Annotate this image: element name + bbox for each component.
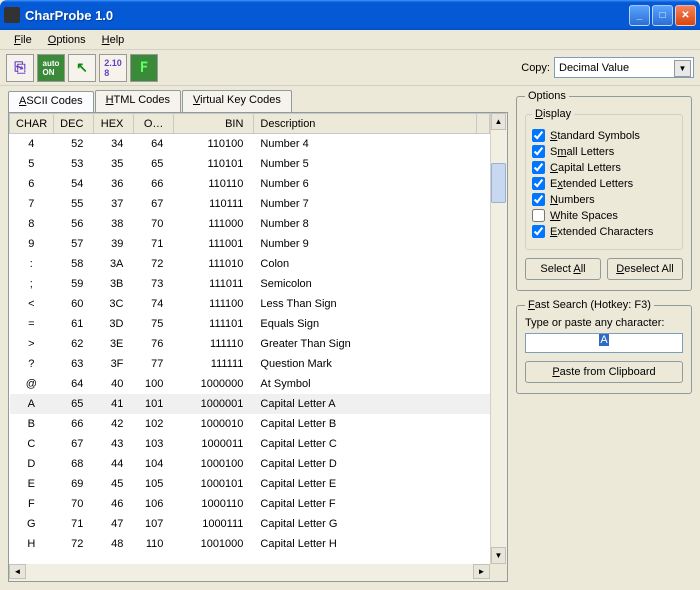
table-row[interactable]: <603C74111100Less Than Sign: [10, 294, 490, 314]
table-container: CHAR DEC HEX O… BIN Description 45234641…: [8, 112, 508, 582]
search-legend: Fast Search (Hotkey: F3): [525, 299, 654, 311]
search-input[interactable]: A: [525, 333, 683, 353]
tool-btn-arrow[interactable]: ↖: [68, 54, 96, 82]
table-row[interactable]: H72481101001000Capital Letter H: [10, 534, 490, 554]
copy-select[interactable]: Decimal Value: [554, 57, 694, 78]
col-dec[interactable]: DEC: [54, 114, 94, 134]
table-row[interactable]: F70461061000110Capital Letter F: [10, 494, 490, 514]
scroll-down-icon[interactable]: ▼: [491, 547, 506, 564]
table-row[interactable]: E69451051000101Capital Letter E: [10, 474, 490, 494]
table-row[interactable]: =613D75111101Equals Sign: [10, 314, 490, 334]
fast-search-group: Fast Search (Hotkey: F3) Type or paste a…: [516, 299, 692, 394]
scroll-up-icon[interactable]: ▲: [491, 113, 506, 130]
tool-btn-1[interactable]: ⎘: [6, 54, 34, 82]
deselect-all-button[interactable]: Deselect All: [607, 258, 683, 280]
table-row[interactable]: @64401001000000At Symbol: [10, 374, 490, 394]
table-row[interactable]: G71471071000111Capital Letter G: [10, 514, 490, 534]
table-row[interactable]: 9573971111001Number 9: [10, 234, 490, 254]
tool-btn-f[interactable]: F: [130, 54, 158, 82]
toolbar: ⎘ autoON ↖ 2.108 F Copy: Decimal Value: [0, 50, 700, 86]
table-row[interactable]: ;593B73111011Semicolon: [10, 274, 490, 294]
col-hex[interactable]: HEX: [94, 114, 134, 134]
cb-whitespace[interactable]: [532, 209, 545, 222]
app-icon: [4, 7, 20, 23]
table-row[interactable]: 5533565110101Number 5: [10, 154, 490, 174]
horizontal-scrollbar[interactable]: ◄ ►: [9, 564, 490, 581]
scroll-thumb[interactable]: [491, 163, 506, 203]
col-bin[interactable]: BIN: [174, 114, 254, 134]
tab-html[interactable]: HTML Codes: [95, 90, 181, 112]
vertical-scrollbar[interactable]: ▲ ▼: [490, 113, 507, 581]
close-button[interactable]: ✕: [675, 5, 696, 26]
menubar: File Options Help: [0, 30, 700, 50]
display-legend: Display: [532, 108, 574, 120]
options-legend: Options: [525, 90, 569, 102]
cb-numbers[interactable]: [532, 193, 545, 206]
table-row[interactable]: A65411011000001Capital Letter A: [10, 394, 490, 414]
table-row[interactable]: D68441041000100Capital Letter D: [10, 454, 490, 474]
options-group: Options Display Standard Symbols Small L…: [516, 90, 692, 291]
tool-btn-auto[interactable]: autoON: [37, 54, 65, 82]
table-row[interactable]: 8563870111000Number 8: [10, 214, 490, 234]
table-row[interactable]: 6543666110110Number 6: [10, 174, 490, 194]
minimize-button[interactable]: _: [629, 5, 650, 26]
paste-button[interactable]: Paste from Clipboard: [525, 361, 683, 383]
table-row[interactable]: >623E76111110Greater Than Sign: [10, 334, 490, 354]
menu-help[interactable]: Help: [94, 32, 133, 48]
table-row[interactable]: 7553767110111Number 7: [10, 194, 490, 214]
cb-extended-letters[interactable]: [532, 177, 545, 190]
table-row[interactable]: :583A72111010Colon: [10, 254, 490, 274]
maximize-button[interactable]: □: [652, 5, 673, 26]
tool-btn-number[interactable]: 2.108: [99, 54, 127, 82]
display-group: Display Standard Symbols Small Letters C…: [525, 108, 683, 250]
scroll-right-icon[interactable]: ►: [473, 564, 490, 579]
menu-file[interactable]: File: [6, 32, 40, 48]
menu-options[interactable]: Options: [40, 32, 94, 48]
tab-vk[interactable]: Virtual Key Codes: [182, 90, 292, 112]
tabs: ASCII Codes HTML Codes Virtual Key Codes: [8, 90, 508, 112]
tab-ascii[interactable]: ASCII Codes: [8, 91, 94, 113]
col-oct[interactable]: O…: [134, 114, 174, 134]
cb-capital[interactable]: [532, 161, 545, 174]
cb-small[interactable]: [532, 145, 545, 158]
col-desc[interactable]: Description: [254, 114, 477, 134]
copy-label: Copy:: [521, 62, 550, 74]
cb-standard[interactable]: [532, 129, 545, 142]
col-char[interactable]: CHAR: [10, 114, 54, 134]
cb-extended-chars[interactable]: [532, 225, 545, 238]
titlebar[interactable]: CharProbe 1.0 _ □ ✕: [0, 0, 700, 30]
table-row[interactable]: B66421021000010Capital Letter B: [10, 414, 490, 434]
search-label: Type or paste any character:: [525, 317, 683, 329]
scroll-left-icon[interactable]: ◄: [9, 564, 26, 579]
table-row[interactable]: C67431031000011Capital Letter C: [10, 434, 490, 454]
select-all-button[interactable]: Select All: [525, 258, 601, 280]
char-table[interactable]: CHAR DEC HEX O… BIN Description 45234641…: [9, 113, 490, 554]
table-row[interactable]: ?633F77111111Question Mark: [10, 354, 490, 374]
table-row[interactable]: 4523464110100Number 4: [10, 134, 490, 154]
window-title: CharProbe 1.0: [25, 8, 629, 23]
